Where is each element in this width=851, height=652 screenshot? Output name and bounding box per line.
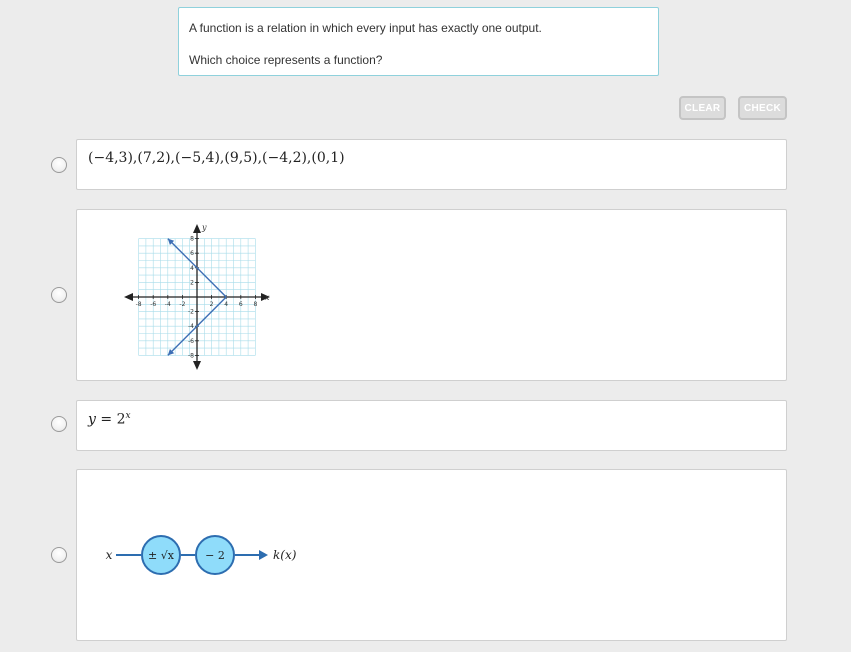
y-axis-down-arrow [193, 361, 201, 370]
flow-arrowhead [259, 550, 268, 560]
choice-c-radio[interactable] [51, 416, 67, 432]
x-tick-label: 2 [210, 301, 214, 308]
y-tick-label: -2 [188, 309, 194, 316]
x-tick-label: -4 [165, 301, 171, 308]
choice-d-radio[interactable] [51, 547, 67, 563]
clear-button[interactable]: CLEAR [679, 96, 726, 120]
y-tick-label: 8 [190, 236, 194, 243]
y-tick-label: 4 [190, 265, 194, 272]
x-tick-label: 6 [239, 301, 243, 308]
equation-exponent: x [125, 411, 131, 421]
choice-d-function-machine: x ± √x − 2 k(x) [106, 535, 297, 575]
choice-c-card[interactable]: y = 2x [76, 400, 787, 451]
y-tick-label: -8 [188, 352, 194, 359]
graph-y-axis-label: y [201, 223, 207, 232]
x-tick-label: -8 [136, 301, 142, 308]
question-prompt: A function is a relation in which every … [178, 7, 659, 76]
y-tick-label: 2 [190, 279, 194, 286]
machine-input-label: x [106, 548, 113, 562]
graph-x-axis-label: x [265, 293, 270, 302]
choice-a-radio[interactable] [51, 157, 67, 173]
operation-1-label: ± √x [148, 549, 175, 562]
choice-c-equation: y = 2x [88, 411, 131, 428]
choice-a-card[interactable]: (−4,3),(7,2),(−5,4),(9,5),(−4,2),(0,1) [76, 139, 787, 190]
machine-output-label: k(x) [273, 548, 297, 562]
choice-b-card[interactable]: -8 -6 -4 -2 2 4 6 8 8 6 4 2 -2 -4 -6 -8 x y [76, 209, 787, 381]
check-button[interactable]: CHECK [738, 96, 787, 120]
y-tick-label: 6 [190, 250, 194, 257]
y-tick-label: -6 [188, 338, 194, 345]
choice-d-card[interactable]: x ± √x − 2 k(x) [76, 469, 787, 641]
x-tick-label: 4 [224, 301, 228, 308]
prompt-question: Which choice represents a function? [189, 53, 383, 67]
x-axis-left-arrow [124, 293, 133, 301]
x-tick-label: 8 [253, 301, 257, 308]
y-axis-up-arrow [193, 224, 201, 233]
prompt-definition: A function is a relation in which every … [189, 21, 542, 35]
x-tick-label: -6 [150, 301, 156, 308]
operation-2-label: − 2 [205, 549, 225, 562]
choice-b-radio[interactable] [51, 287, 67, 303]
x-tick-label: -2 [179, 301, 185, 308]
choice-b-graph: -8 -6 -4 -2 2 4 6 88642-2-4-6-8 x y [124, 223, 270, 370]
equation-equals: = [95, 411, 117, 428]
choice-a-ordered-pairs: (−4,3),(7,2),(−5,4),(9,5),(−4,2),(0,1) [88, 150, 345, 166]
equation-lhs: y [88, 411, 96, 428]
